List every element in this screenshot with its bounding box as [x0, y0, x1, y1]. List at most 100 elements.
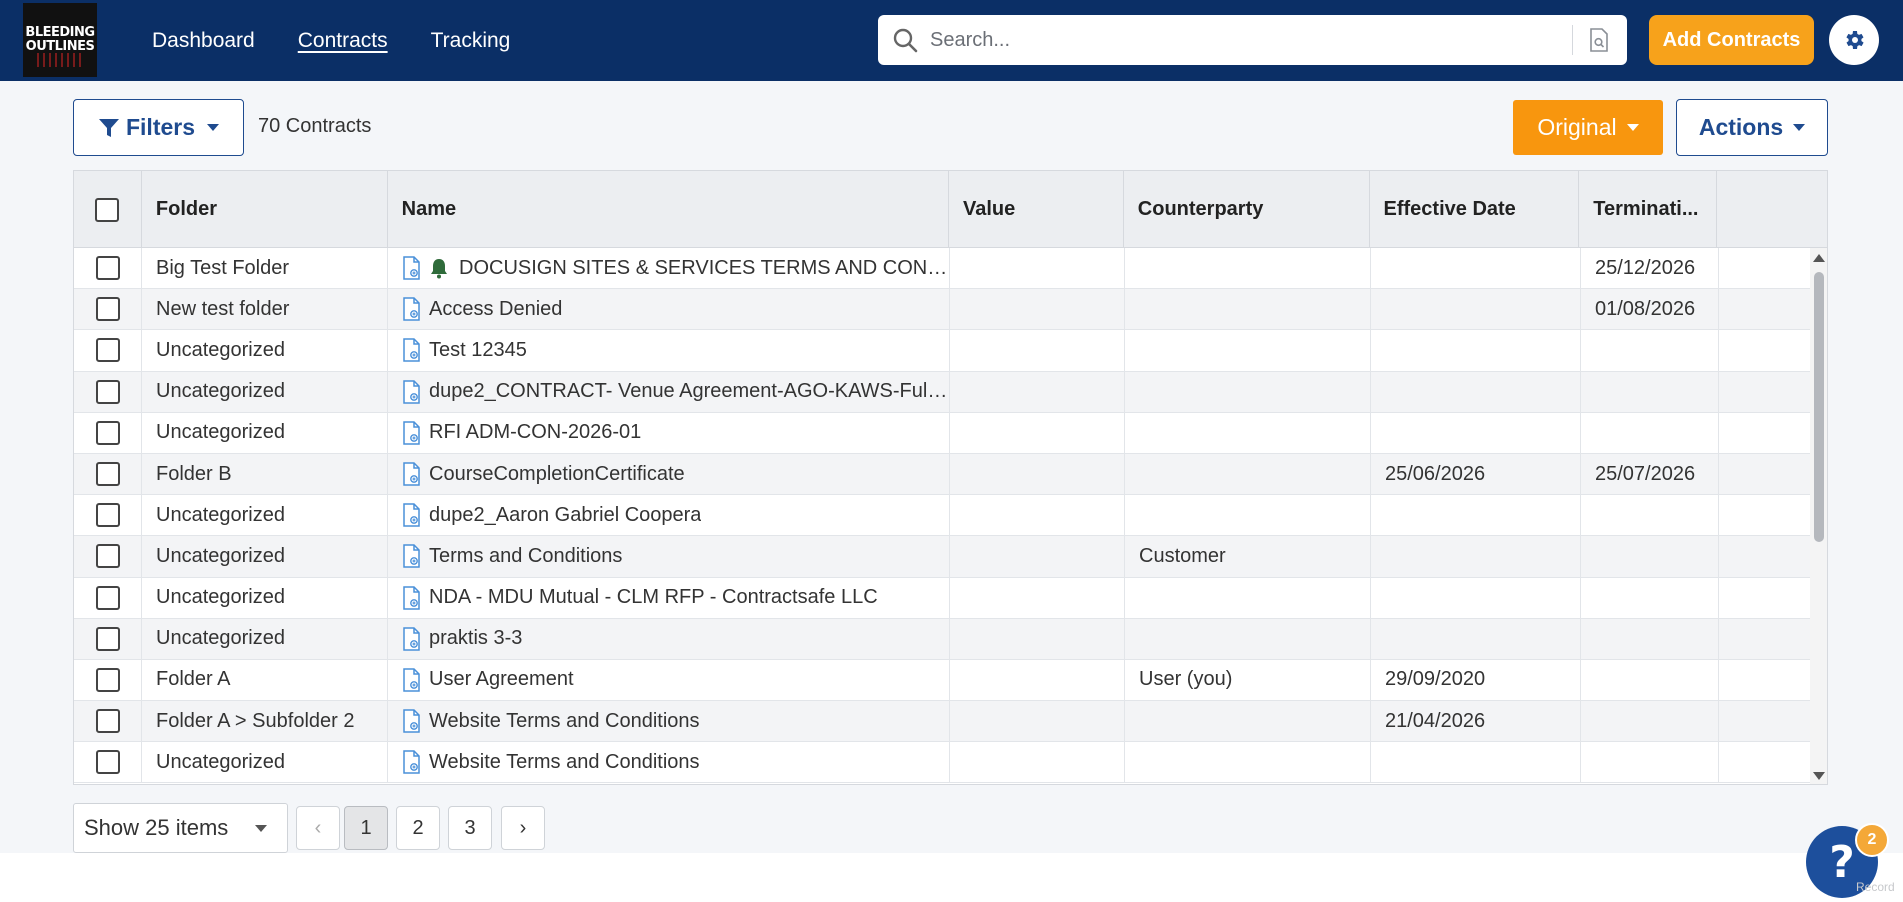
scroll-up-arrow-icon[interactable] — [1813, 254, 1825, 262]
table-row[interactable]: Uncategorized NDA - MDU Mutual - CLM RFP … — [74, 577, 1810, 619]
table-row[interactable]: Folder A User Agreement User (you) 29/09/20… — [74, 659, 1810, 702]
row-checkbox[interactable] — [95, 585, 120, 610]
table-row[interactable]: Uncategorized praktis 3-3 — [74, 618, 1810, 660]
extra-cell — [1719, 619, 1810, 659]
table-row[interactable]: Uncategorized dupe2_Aaron Gabriel Coopera — [74, 495, 1810, 537]
table-row[interactable]: New test folder Access Denied 01/08/2026 — [74, 289, 1810, 331]
filters-button[interactable]: Filters — [73, 99, 244, 156]
contract-name-link[interactable]: Website Terms and Conditions — [429, 751, 700, 774]
name-cell[interactable]: Access Denied — [388, 289, 950, 330]
contract-name-link[interactable]: dupe2_Aaron Gabriel Coopera — [429, 504, 701, 527]
folder-cell: Uncategorized — [142, 536, 388, 577]
scroll-down-arrow-icon[interactable] — [1813, 772, 1825, 780]
contract-name-link[interactable]: User Agreement — [429, 668, 574, 691]
row-checkbox[interactable] — [95, 503, 120, 528]
settings-button[interactable] — [1829, 15, 1879, 65]
counterparty-cell — [1125, 701, 1371, 742]
table-row[interactable]: Folder A > Subfolder 2 Website Terms and … — [74, 701, 1810, 743]
row-checkbox[interactable] — [95, 462, 120, 487]
column-header-folder[interactable]: Folder — [142, 171, 388, 248]
row-checkbox[interactable] — [95, 338, 120, 363]
row-select-cell — [74, 701, 142, 742]
contract-name-link[interactable]: CourseCompletionCertificate — [429, 463, 685, 486]
counterparty-cell — [1125, 453, 1371, 495]
name-cell[interactable]: Website Terms and Conditions — [388, 742, 950, 783]
brand-logo[interactable]: BLEEDING OUTLINES — [23, 3, 97, 77]
name-cell[interactable]: Website Terms and Conditions — [388, 701, 950, 742]
search-bar — [878, 15, 1627, 65]
row-checkbox[interactable] — [95, 544, 120, 569]
page-button-1[interactable]: 1 — [344, 806, 388, 850]
add-contracts-button[interactable]: Add Contracts — [1649, 15, 1814, 65]
document-search-icon[interactable] — [1588, 28, 1610, 52]
folder-cell: Folder B — [142, 453, 388, 495]
contract-name-link[interactable]: Access Denied — [429, 298, 562, 321]
nav-tracking[interactable]: Tracking — [431, 29, 511, 53]
row-checkbox[interactable] — [95, 297, 120, 322]
contract-name-link[interactable]: praktis 3-3 — [429, 627, 522, 650]
row-checkbox[interactable] — [95, 709, 120, 734]
name-cell[interactable]: NDA - MDU Mutual - CLM RFP - Contractsaf… — [388, 577, 950, 618]
column-header-value[interactable]: Value — [949, 171, 1124, 248]
row-select-cell — [74, 453, 142, 495]
contract-name-link[interactable]: Terms and Conditions — [429, 545, 622, 568]
contract-name-link[interactable]: DOCUSIGN SITES & SERVICES TERMS AND COND… — [459, 257, 949, 280]
row-checkbox[interactable] — [95, 626, 120, 651]
counterparty-cell — [1125, 289, 1371, 330]
table-row[interactable]: Uncategorized Test 12345 — [74, 330, 1810, 372]
view-original-dropdown[interactable]: Original — [1513, 100, 1663, 155]
name-cell[interactable]: Test 12345 — [388, 330, 950, 371]
table-row[interactable]: Uncategorized Terms and Conditions Custome… — [74, 536, 1810, 578]
contract-name-link[interactable]: Test 12345 — [429, 339, 527, 362]
extra-cell — [1719, 372, 1810, 412]
nav-dashboard[interactable]: Dashboard — [152, 29, 255, 53]
document-icon — [403, 338, 420, 363]
name-cell[interactable]: dupe2_Aaron Gabriel Coopera — [388, 495, 950, 536]
contract-name-link[interactable]: dupe2_CONTRACT- Venue Agreement-AGO-KAWS… — [429, 380, 949, 403]
page-button-3[interactable]: 3 — [448, 806, 492, 850]
column-header-name[interactable]: Name — [388, 171, 949, 248]
select-all-checkbox[interactable] — [95, 197, 120, 222]
name-cell[interactable]: dupe2_CONTRACT- Venue Agreement-AGO-KAWS… — [388, 371, 950, 412]
prev-page-button[interactable]: ‹ — [296, 806, 340, 850]
column-header-termination-date[interactable]: Terminati... — [1579, 171, 1718, 248]
name-cell[interactable]: DOCUSIGN SITES & SERVICES TERMS AND COND… — [388, 248, 950, 289]
contract-name-link[interactable]: Website Terms and Conditions — [429, 710, 700, 733]
row-checkbox[interactable] — [95, 750, 120, 775]
row-checkbox[interactable] — [95, 420, 120, 445]
column-header-counterparty[interactable]: Counterparty — [1124, 171, 1370, 248]
page-button-2[interactable]: 2 — [396, 806, 440, 850]
column-header-effective-date[interactable]: Effective Date — [1370, 171, 1580, 248]
row-checkbox[interactable] — [95, 667, 120, 692]
table-row[interactable]: Folder B CourseCompletionCertificate 25/06… — [74, 453, 1810, 496]
contracts-count: 70 Contracts — [258, 115, 372, 137]
table-row[interactable]: Uncategorized dupe2_CONTRACT- Venue Agree… — [74, 371, 1810, 413]
name-cell[interactable]: praktis 3-3 — [388, 618, 950, 659]
contract-name-link[interactable]: NDA - MDU Mutual - CLM RFP - Contractsaf… — [429, 586, 878, 609]
termination-date-cell — [1581, 618, 1719, 659]
value-cell — [950, 618, 1125, 659]
counterparty-cell — [1125, 495, 1371, 536]
table-row[interactable]: Big Test Folder DOCUSIGN SITES & SERVICES… — [74, 248, 1810, 290]
chevron-down-icon — [1793, 124, 1806, 131]
termination-date-cell — [1581, 536, 1719, 577]
search-input[interactable] — [928, 23, 1538, 57]
table-scrollbar[interactable] — [1810, 248, 1827, 784]
scrollbar-thumb[interactable] — [1814, 272, 1824, 542]
contract-name-link[interactable]: RFI ADM-CON-2026-01 — [429, 421, 641, 444]
name-cell[interactable]: RFI ADM-CON-2026-01 — [388, 412, 950, 453]
table-row[interactable]: Uncategorized Website Terms and Condition… — [74, 742, 1810, 784]
table-row[interactable]: Uncategorized RFI ADM-CON-2026-01 — [74, 412, 1810, 454]
folder-cell: Uncategorized — [142, 330, 388, 371]
name-cell[interactable]: User Agreement — [388, 659, 950, 701]
row-checkbox[interactable] — [95, 379, 120, 404]
actions-dropdown[interactable]: Actions — [1676, 99, 1828, 156]
nav-contracts[interactable]: Contracts — [298, 29, 388, 53]
name-cell[interactable]: CourseCompletionCertificate — [388, 453, 950, 495]
extra-cell — [1719, 536, 1810, 576]
page-size-select[interactable]: Show 25 items — [73, 803, 288, 853]
row-checkbox[interactable] — [95, 256, 120, 281]
next-page-button[interactable]: › — [501, 806, 545, 850]
name-cell[interactable]: Terms and Conditions — [388, 536, 950, 577]
termination-date-cell — [1581, 659, 1719, 701]
